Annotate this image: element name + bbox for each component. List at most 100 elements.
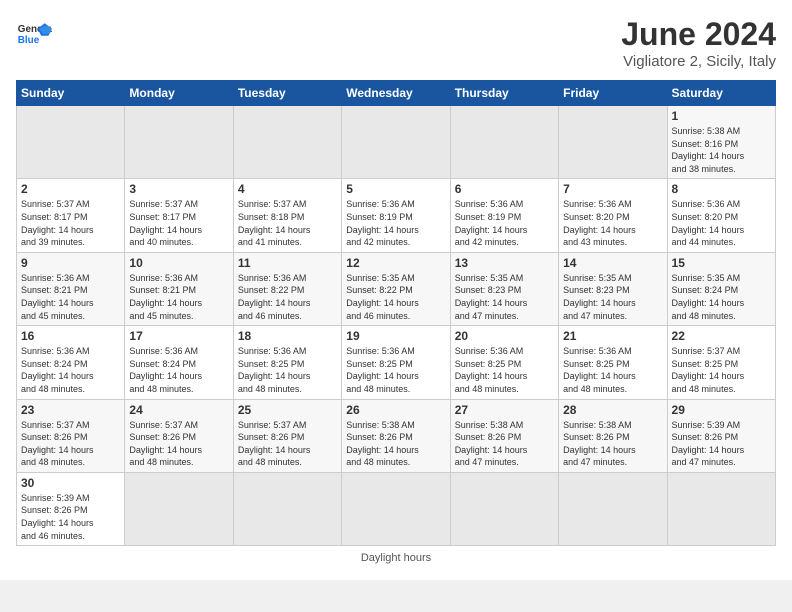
day-number: 16 — [21, 329, 120, 343]
calendar-cell — [559, 472, 667, 545]
calendar-cell: 9 Sunrise: 5:36 AM Sunset: 8:21 PM Daylig… — [17, 252, 125, 325]
calendar-cell: 13 Sunrise: 5:35 AM Sunset: 8:23 PM Dayli… — [450, 252, 558, 325]
day-info: Sunrise: 5:37 AM Sunset: 8:25 PM Dayligh… — [672, 345, 771, 395]
col-tuesday: Tuesday — [233, 81, 341, 106]
calendar-cell: 27Sunrise: 5:38 AM Sunset: 8:26 PM Dayli… — [450, 399, 558, 472]
day-number: 28 — [563, 403, 662, 417]
day-number: 29 — [672, 403, 771, 417]
col-saturday: Saturday — [667, 81, 775, 106]
day-info: Sunrise: 5:37 AM Sunset: 8:26 PM Dayligh… — [129, 419, 228, 469]
day-info: Sunrise: 5:37 AM Sunset: 8:17 PM Dayligh… — [21, 198, 120, 248]
day-number: 6 — [455, 182, 554, 196]
calendar-cell: 24 Sunrise: 5:37 AM Sunset: 8:26 PM Dayli… — [125, 399, 233, 472]
col-monday: Monday — [125, 81, 233, 106]
page-header: General Blue June 2024 Vigliatore 2, Sic… — [16, 16, 776, 70]
month-title: June 2024 — [621, 16, 776, 53]
col-friday: Friday — [559, 81, 667, 106]
day-number: 21 — [563, 329, 662, 343]
calendar-cell — [125, 472, 233, 545]
calendar-header-row: Sunday Monday Tuesday Wednesday Thursday… — [17, 81, 776, 106]
day-info: Sunrise: 5:37 AM Sunset: 8:26 PM Dayligh… — [21, 419, 120, 469]
day-info: Sunrise: 5:36 AM Sunset: 8:25 PM Dayligh… — [455, 345, 554, 395]
footer-note: Daylight hours — [16, 552, 776, 564]
calendar-cell: 2 Sunrise: 5:37 AM Sunset: 8:17 PM Daylig… — [17, 179, 125, 252]
calendar-cell: 19Sunrise: 5:36 AM Sunset: 8:25 PM Dayli… — [342, 326, 450, 399]
day-info: Sunrise: 5:38 AM Sunset: 8:26 PM Dayligh… — [346, 419, 445, 469]
day-info: Sunrise: 5:36 AM Sunset: 8:22 PM Dayligh… — [238, 272, 337, 322]
col-sunday: Sunday — [17, 81, 125, 106]
calendar-cell: 3 Sunrise: 5:37 AM Sunset: 8:17 PM Daylig… — [125, 179, 233, 252]
day-number: 25 — [238, 403, 337, 417]
calendar-cell: 15Sunrise: 5:35 AM Sunset: 8:24 PM Dayli… — [667, 252, 775, 325]
day-info: Sunrise: 5:35 AM Sunset: 8:22 PM Dayligh… — [346, 272, 445, 322]
day-info: Sunrise: 5:36 AM Sunset: 8:25 PM Dayligh… — [563, 345, 662, 395]
calendar-cell — [450, 472, 558, 545]
svg-text:Blue: Blue — [18, 35, 40, 46]
day-number: 2 — [21, 182, 120, 196]
calendar-cell — [233, 106, 341, 179]
calendar-cell: 10Sunrise: 5:36 AM Sunset: 8:21 PM Dayli… — [125, 252, 233, 325]
day-info: Sunrise: 5:35 AM Sunset: 8:23 PM Dayligh… — [455, 272, 554, 322]
logo-icon: General Blue — [16, 16, 52, 52]
calendar-cell — [342, 472, 450, 545]
day-number: 14 — [563, 256, 662, 270]
day-number: 13 — [455, 256, 554, 270]
day-info: Sunrise: 5:35 AM Sunset: 8:23 PM Dayligh… — [563, 272, 662, 322]
calendar-cell — [125, 106, 233, 179]
calendar-cell — [17, 106, 125, 179]
calendar-cell — [233, 472, 341, 545]
day-info: Sunrise: 5:37 AM Sunset: 8:26 PM Dayligh… — [238, 419, 337, 469]
day-info: Sunrise: 5:37 AM Sunset: 8:18 PM Dayligh… — [238, 198, 337, 248]
day-number: 20 — [455, 329, 554, 343]
calendar-cell — [342, 106, 450, 179]
day-info: Sunrise: 5:36 AM Sunset: 8:19 PM Dayligh… — [455, 198, 554, 248]
day-number: 19 — [346, 329, 445, 343]
day-number: 5 — [346, 182, 445, 196]
day-info: Sunrise: 5:36 AM Sunset: 8:21 PM Dayligh… — [21, 272, 120, 322]
day-number: 23 — [21, 403, 120, 417]
col-thursday: Thursday — [450, 81, 558, 106]
location-subtitle: Vigliatore 2, Sicily, Italy — [621, 53, 776, 70]
calendar-cell: 25 Sunrise: 5:37 AM Sunset: 8:26 PM Dayli… — [233, 399, 341, 472]
day-number: 12 — [346, 256, 445, 270]
day-number: 1 — [672, 109, 771, 123]
day-number: 26 — [346, 403, 445, 417]
calendar-cell: 4 Sunrise: 5:37 AM Sunset: 8:18 PM Daylig… — [233, 179, 341, 252]
calendar-cell: 26 Sunrise: 5:38 AM Sunset: 8:26 PM Dayli… — [342, 399, 450, 472]
calendar-cell: 1 Sunrise: 5:38 AM Sunset: 8:16 PM Daylig… — [667, 106, 775, 179]
calendar-cell: 21 Sunrise: 5:36 AM Sunset: 8:25 PM Dayli… — [559, 326, 667, 399]
day-info: Sunrise: 5:39 AM Sunset: 8:26 PM Dayligh… — [21, 492, 120, 542]
calendar-cell: 22 Sunrise: 5:37 AM Sunset: 8:25 PM Dayli… — [667, 326, 775, 399]
day-info: Sunrise: 5:36 AM Sunset: 8:24 PM Dayligh… — [129, 345, 228, 395]
day-number: 9 — [21, 256, 120, 270]
day-info: Sunrise: 5:36 AM Sunset: 8:24 PM Dayligh… — [21, 345, 120, 395]
calendar-cell — [450, 106, 558, 179]
day-info: Sunrise: 5:38 AM Sunset: 8:16 PM Dayligh… — [672, 125, 771, 175]
day-info: Sunrise: 5:37 AM Sunset: 8:17 PM Dayligh… — [129, 198, 228, 248]
calendar-cell: 17 Sunrise: 5:36 AM Sunset: 8:24 PM Dayli… — [125, 326, 233, 399]
day-number: 17 — [129, 329, 228, 343]
day-number: 4 — [238, 182, 337, 196]
day-number: 8 — [672, 182, 771, 196]
calendar-cell — [667, 472, 775, 545]
calendar-cell: 5Sunrise: 5:36 AM Sunset: 8:19 PM Daylig… — [342, 179, 450, 252]
day-number: 24 — [129, 403, 228, 417]
day-info: Sunrise: 5:35 AM Sunset: 8:24 PM Dayligh… — [672, 272, 771, 322]
day-number: 7 — [563, 182, 662, 196]
day-number: 3 — [129, 182, 228, 196]
calendar-cell: 16 Sunrise: 5:36 AM Sunset: 8:24 PM Dayli… — [17, 326, 125, 399]
calendar-cell: 11Sunrise: 5:36 AM Sunset: 8:22 PM Dayli… — [233, 252, 341, 325]
calendar-table: Sunday Monday Tuesday Wednesday Thursday… — [16, 80, 776, 546]
calendar-cell: 12 Sunrise: 5:35 AM Sunset: 8:22 PM Dayli… — [342, 252, 450, 325]
calendar-cell: 23 Sunrise: 5:37 AM Sunset: 8:26 PM Dayli… — [17, 399, 125, 472]
day-number: 22 — [672, 329, 771, 343]
calendar-cell: 18Sunrise: 5:36 AM Sunset: 8:25 PM Dayli… — [233, 326, 341, 399]
calendar-cell: 14 Sunrise: 5:35 AM Sunset: 8:23 PM Dayli… — [559, 252, 667, 325]
day-number: 10 — [129, 256, 228, 270]
calendar-cell: 6 Sunrise: 5:36 AM Sunset: 8:19 PM Daylig… — [450, 179, 558, 252]
day-number: 18 — [238, 329, 337, 343]
title-block: June 2024 Vigliatore 2, Sicily, Italy — [621, 16, 776, 70]
logo: General Blue — [16, 16, 52, 52]
day-info: Sunrise: 5:36 AM Sunset: 8:20 PM Dayligh… — [563, 198, 662, 248]
calendar-cell: 7 Sunrise: 5:36 AM Sunset: 8:20 PM Daylig… — [559, 179, 667, 252]
